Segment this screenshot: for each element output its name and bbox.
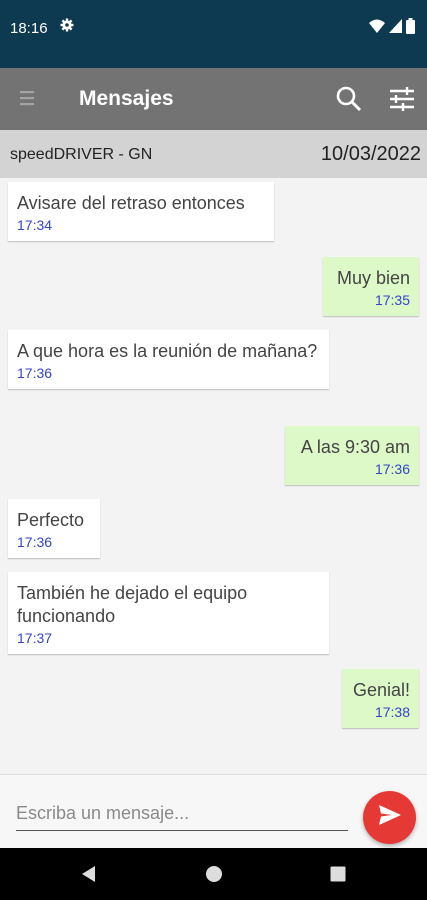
message-time: 17:36	[17, 534, 53, 550]
search-icon[interactable]	[335, 85, 363, 118]
cell-signal-icon	[389, 19, 402, 38]
message-text: A las 9:30 am	[300, 437, 410, 457]
message-text: A que hora es la reunión de mañana?	[17, 341, 318, 361]
gear-icon	[60, 18, 74, 37]
conversation-header: speedDRIVER - GN 10/03/2022	[0, 130, 427, 178]
status-bar: 18:16	[0, 0, 427, 68]
battery-icon	[406, 18, 415, 39]
status-time: 18:16	[10, 20, 48, 37]
message-bubble-incoming[interactable]: También he dejado el equipo funcionando …	[8, 572, 329, 654]
message-time: 17:36	[374, 461, 410, 477]
app-bar: Mensajes	[0, 68, 427, 130]
message-time: 17:36	[17, 365, 53, 381]
send-icon	[378, 804, 402, 831]
system-nav-bar	[0, 848, 427, 900]
recent-apps-icon[interactable]	[329, 865, 347, 888]
menu-icon[interactable]	[18, 87, 38, 114]
filter-icon[interactable]	[388, 85, 416, 118]
message-text: También he dejado el equipo funcionando	[17, 583, 248, 626]
page-title: Mensajes	[79, 87, 174, 110]
message-text: Perfecto	[17, 510, 85, 530]
back-icon[interactable]	[80, 865, 98, 888]
message-time: 17:35	[374, 292, 410, 308]
message-time: 17:38	[374, 704, 410, 720]
message-time: 17:34	[17, 217, 53, 233]
message-bubble-outgoing[interactable]: Genial! 17:38	[342, 669, 419, 728]
contact-name: speedDRIVER - GN	[10, 146, 153, 163]
message-bubble-incoming[interactable]: Perfecto 17:36	[8, 499, 100, 558]
message-bubble-incoming[interactable]: A que hora es la reunión de mañana? 17:3…	[8, 330, 329, 389]
message-bubble-outgoing[interactable]: A las 9:30 am 17:36	[285, 426, 419, 485]
message-list[interactable]: Avisare del retraso entonces 17:34 Muy b…	[0, 178, 427, 774]
message-text: Genial!	[352, 680, 410, 700]
message-time: 17:37	[17, 630, 53, 646]
message-bubble-outgoing[interactable]: Muy bien 17:35	[323, 257, 419, 316]
message-bubble-incoming[interactable]: Avisare del retraso entonces 17:34	[8, 182, 274, 241]
home-icon[interactable]	[205, 865, 223, 888]
wifi-icon	[369, 19, 385, 38]
message-text: Avisare del retraso entonces	[17, 193, 245, 213]
message-text: Muy bien	[336, 268, 410, 288]
conversation-date: 10/03/2022	[320, 143, 421, 165]
message-input[interactable]	[16, 797, 348, 831]
send-button[interactable]	[363, 791, 416, 844]
